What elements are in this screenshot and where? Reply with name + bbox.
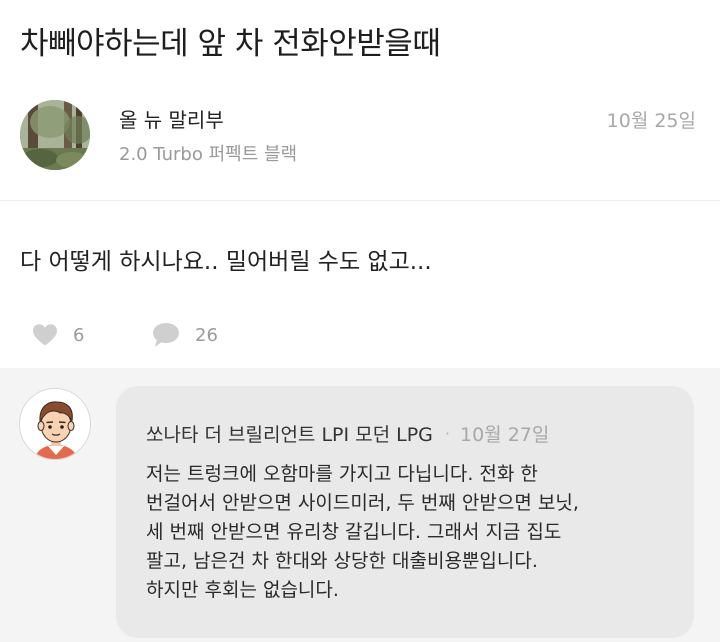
comment-line: 팔고, 남은건 차 한대와 상당한 대출비용뿐입니다. [146, 550, 538, 572]
post-date: 10월 25일 [606, 110, 696, 132]
comment-line: 세 번째 안받으면 유리창 갈깁니다. 그래서 지금 집도 [146, 521, 562, 543]
divider [0, 200, 720, 201]
comment-line: 하지만 후회는 없습니다. [146, 579, 339, 601]
author-name[interactable]: 올 뉴 말리부 [119, 104, 224, 133]
like-count: 6 [73, 324, 85, 346]
comment-date: 10월 27일 [460, 424, 550, 446]
separator-dot: · [444, 424, 450, 443]
comment-button[interactable]: 26 [152, 318, 218, 352]
comment-bubble: 쏘나타 더 브릴리언트 LPI 모던 LPG · 10월 27일 저는 트렁크에… [116, 386, 694, 638]
commenter-avatar[interactable] [19, 388, 91, 460]
comment-line: 번걸어서 안받으면 사이드미러, 두 번째 안받으면 보닛, [146, 492, 579, 514]
comment-header: 쏘나타 더 브릴리언트 LPI 모던 LPG · 10월 27일 [146, 420, 549, 447]
comment-line: 저는 트렁크에 오함마를 가지고 다닙니다. 전화 한 [146, 463, 538, 485]
speech-bubble-icon [152, 322, 180, 348]
comment-body: 저는 트렁크에 오함마를 가지고 다닙니다. 전화 한 번걸어서 안받으면 사이… [146, 460, 579, 605]
author-car-model: 2.0 Turbo 퍼펙트 블랙 [119, 144, 298, 165]
author-avatar[interactable] [20, 100, 90, 170]
post-title: 차빼야하는데 앞 차 전화안받을때 [20, 26, 441, 62]
like-button[interactable]: 6 [32, 318, 84, 352]
post-author-header: 올 뉴 말리부 2.0 Turbo 퍼펙트 블랙 10월 25일 [0, 92, 720, 200]
heart-icon [32, 323, 58, 347]
comment-section: 쏘나타 더 브릴리언트 LPI 모던 LPG · 10월 27일 저는 트렁크에… [0, 368, 720, 642]
post-body: 다 어떻게 하시나요.. 밀어버릴 수도 없고... [20, 249, 432, 275]
comment-count: 26 [195, 324, 218, 346]
commenter-name[interactable]: 쏘나타 더 브릴리언트 LPI 모던 LPG [146, 420, 433, 447]
